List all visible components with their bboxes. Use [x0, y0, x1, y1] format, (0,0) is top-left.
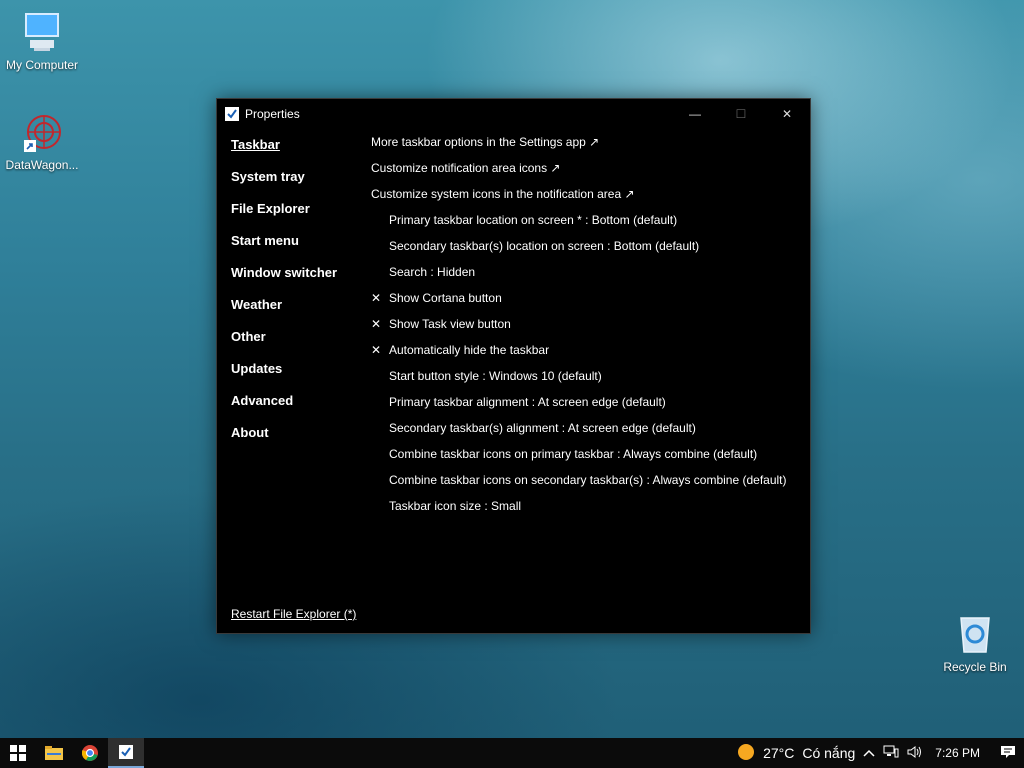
- file-explorer-icon[interactable]: [36, 738, 72, 768]
- weather-sun-icon[interactable]: [737, 743, 755, 764]
- taskbar-settings-list: More taskbar options in the Settings app…: [371, 131, 800, 521]
- option-label: Show Task view button: [389, 317, 511, 331]
- checkbox-x-icon: ✕: [371, 291, 382, 305]
- settings-link-notification-area-icons[interactable]: Customize notification area icons ↗: [371, 157, 800, 183]
- sidebar-item-updates[interactable]: Updates: [231, 359, 361, 391]
- settings-link-system-icons[interactable]: Customize system icons in the notificati…: [371, 183, 800, 209]
- chevron-up-icon[interactable]: [863, 746, 875, 760]
- sidebar-item-about[interactable]: About: [231, 423, 361, 455]
- volume-icon[interactable]: [907, 745, 923, 762]
- windows-taskbar: 27°C Có nắng 7:26 PM: [0, 738, 1024, 768]
- option-combine-icons-primary[interactable]: Combine taskbar icons on primary taskbar…: [371, 443, 800, 469]
- chrome-icon[interactable]: [72, 738, 108, 768]
- option-auto-hide-taskbar[interactable]: ✕ Automatically hide the taskbar: [371, 339, 800, 365]
- sidebar-item-window-switcher[interactable]: Window switcher: [231, 263, 361, 295]
- desktop-icon-label: Recycle Bin: [943, 660, 1007, 674]
- option-primary-taskbar-location[interactable]: Primary taskbar location on screen * : B…: [371, 209, 800, 235]
- clock-time[interactable]: 7:26 PM: [935, 746, 980, 760]
- sidebar-item-system-tray[interactable]: System tray: [231, 167, 361, 199]
- properties-app-icon: [225, 107, 239, 121]
- desktop-icon-label: DataWagon...: [5, 158, 79, 172]
- option-show-cortana-button[interactable]: ✕ Show Cortana button: [371, 287, 800, 313]
- option-secondary-taskbar-alignment[interactable]: Secondary taskbar(s) alignment : At scre…: [371, 417, 800, 443]
- option-show-task-view-button[interactable]: ✕ Show Task view button: [371, 313, 800, 339]
- settings-sidebar: Taskbar System tray File Explorer Start …: [231, 135, 361, 455]
- weather-temperature[interactable]: 27°C: [763, 745, 794, 761]
- checkbox-x-icon: ✕: [371, 343, 382, 357]
- sidebar-item-other[interactable]: Other: [231, 327, 361, 359]
- restart-file-explorer-link[interactable]: Restart File Explorer (*): [231, 607, 356, 621]
- option-taskbar-icon-size[interactable]: Taskbar icon size : Small: [371, 495, 800, 521]
- sidebar-item-weather[interactable]: Weather: [231, 295, 361, 327]
- close-button[interactable]: ✕: [764, 99, 810, 129]
- option-search[interactable]: Search : Hidden: [371, 261, 800, 287]
- option-secondary-taskbar-location[interactable]: Secondary taskbar(s) location on screen …: [371, 235, 800, 261]
- notification-center-icon[interactable]: [1000, 745, 1016, 762]
- network-icon[interactable]: [883, 745, 899, 762]
- windows-start-icon[interactable]: [0, 738, 36, 768]
- properties-app-icon[interactable]: [108, 738, 144, 768]
- sidebar-item-start-menu[interactable]: Start menu: [231, 231, 361, 263]
- sidebar-item-file-explorer[interactable]: File Explorer: [231, 199, 361, 231]
- option-start-button-style[interactable]: Start button style : Windows 10 (default…: [371, 365, 800, 391]
- option-label: Automatically hide the taskbar: [389, 343, 550, 357]
- desktop-icon-label: My Computer: [5, 58, 79, 72]
- desktop-icon-datawagon[interactable]: DataWagon...: [0, 110, 84, 172]
- desktop-icon-recycle-bin[interactable]: Recycle Bin: [933, 612, 1017, 674]
- computer-icon: [20, 10, 64, 54]
- properties-window: Properties — ☐ ✕ Taskbar System tray Fil…: [216, 98, 811, 634]
- option-primary-taskbar-alignment[interactable]: Primary taskbar alignment : At screen ed…: [371, 391, 800, 417]
- settings-link-more-taskbar-options[interactable]: More taskbar options in the Settings app…: [371, 131, 800, 157]
- datawagon-shortcut-icon: [20, 110, 64, 154]
- recycle-bin-icon: [953, 612, 997, 656]
- minimize-button[interactable]: —: [672, 99, 718, 129]
- option-label: Show Cortana button: [389, 291, 502, 305]
- weather-condition[interactable]: Có nắng: [802, 745, 855, 761]
- sidebar-item-taskbar[interactable]: Taskbar: [231, 135, 361, 167]
- option-combine-icons-secondary[interactable]: Combine taskbar icons on secondary taskb…: [371, 469, 800, 495]
- maximize-button[interactable]: ☐: [718, 99, 764, 129]
- desktop-icon-my-computer[interactable]: My Computer: [0, 10, 84, 72]
- window-title: Properties: [245, 107, 300, 121]
- window-titlebar[interactable]: Properties — ☐ ✕: [217, 99, 810, 129]
- sidebar-item-advanced[interactable]: Advanced: [231, 391, 361, 423]
- system-tray: 27°C Có nắng 7:26 PM: [737, 738, 1024, 768]
- checkbox-x-icon: ✕: [371, 317, 382, 331]
